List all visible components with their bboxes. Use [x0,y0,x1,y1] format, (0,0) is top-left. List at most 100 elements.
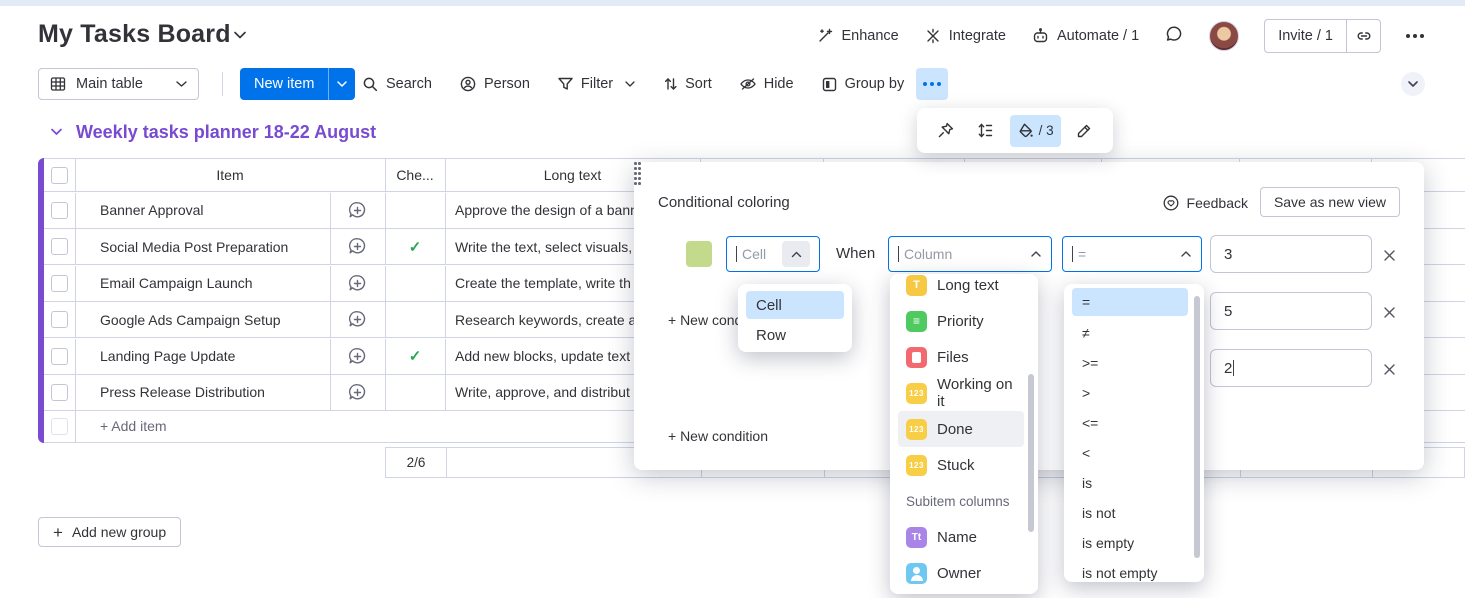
open-conversation-button[interactable] [330,266,385,301]
check-cell[interactable] [385,266,445,301]
add-update-icon [347,309,368,330]
menu-item-files[interactable]: Files [898,339,1024,375]
remove-condition-button[interactable] [1382,305,1398,321]
add-update-icon [347,200,368,221]
select-all-checkbox[interactable] [44,159,75,191]
operator-item[interactable]: ≠ [1072,318,1188,348]
operator-item[interactable]: is not [1072,498,1188,528]
condition-value-input[interactable]: 5 [1210,292,1372,330]
column-select[interactable]: Column [888,236,1052,272]
feedback-button[interactable]: Feedback [1162,194,1248,212]
check-cell[interactable]: ✓ [385,229,445,264]
row-checkbox[interactable] [44,229,75,264]
row-height-button[interactable] [969,115,1001,147]
row-checkbox[interactable] [44,266,75,301]
avatar[interactable] [1209,21,1239,51]
item-name[interactable]: Press Release Distribution [100,375,325,410]
operator-select[interactable]: = [1062,236,1202,272]
menu-item-working-on-it[interactable]: 123 Working on it [898,375,1024,411]
condition-color-swatch[interactable] [686,241,712,267]
collapse-header-button[interactable] [1401,72,1425,96]
check-cell[interactable]: ✓ [385,339,445,374]
updates-button[interactable] [1164,24,1184,48]
column-header-item[interactable]: Item [75,159,385,191]
remove-condition-button[interactable] [1382,362,1398,378]
operator-item[interactable]: = [1072,288,1188,316]
check-cell[interactable] [385,375,445,410]
open-conversation-button[interactable] [330,339,385,374]
save-as-new-view-button[interactable]: Save as new view [1260,187,1400,217]
conditional-coloring-button[interactable]: / 3 [1010,115,1061,147]
group-by-button[interactable]: Group by [821,76,905,93]
add-item-label[interactable]: + Add item [100,418,167,434]
row-checkbox[interactable] [44,375,75,410]
item-name[interactable]: Landing Page Update [100,339,325,374]
board-title-caret-icon[interactable] [232,30,248,40]
invite-button[interactable]: Invite / 1 [1265,20,1346,52]
menu-item-owner[interactable]: Owner [898,555,1024,591]
add-new-group-button[interactable]: + Add new group [38,517,181,547]
menu-item-row[interactable]: Row [746,321,844,349]
target-select[interactable]: Cell [726,236,820,272]
menu-item-done[interactable]: 123 Done [898,411,1024,447]
new-condition-link[interactable]: + New condition [668,428,768,444]
customize-button[interactable] [1069,115,1101,147]
condition-value-input[interactable]: 3 [1210,235,1372,273]
search-label: Search [386,76,432,92]
menu-item-stuck[interactable]: 123 Stuck [898,447,1024,483]
new-item-button[interactable]: New item [240,68,355,100]
operator-item[interactable]: is not empty [1072,558,1188,582]
new-item-dropdown[interactable] [329,80,355,88]
automate-button[interactable]: Automate / 1 [1031,27,1139,45]
operator-item[interactable]: < [1072,438,1188,468]
row-checkbox[interactable] [44,339,75,374]
search-button[interactable]: Search [362,76,432,93]
item-name[interactable]: Social Media Post Preparation [100,229,325,264]
name-column-icon: Tt [906,527,927,548]
menu-item-name[interactable]: Tt Name [898,519,1024,555]
menu-item-priority[interactable]: ≡ Priority [898,303,1024,339]
board-title[interactable]: My Tasks Board [38,20,231,49]
group-title[interactable]: Weekly tasks planner 18-22 August [76,122,376,143]
condition-value-input[interactable]: 2 [1210,349,1372,387]
open-conversation-button[interactable] [330,229,385,264]
view-selector[interactable]: Main table [38,68,199,100]
group-collapse-caret-icon[interactable] [49,127,64,137]
menu-item-long-text[interactable]: T Long text [898,274,1024,303]
enhance-button[interactable]: Enhance [816,27,898,45]
sort-button[interactable]: Sort [663,76,712,92]
item-name[interactable]: Email Campaign Launch [100,266,325,301]
robot-icon [1031,27,1050,45]
operator-menu-scrollbar[interactable] [1194,296,1200,558]
operator-item[interactable]: is [1072,468,1188,498]
target-select-toggle[interactable] [782,241,810,267]
row-checkbox[interactable] [44,302,75,337]
operator-item[interactable]: is empty [1072,528,1188,558]
open-conversation-button[interactable] [330,302,385,337]
filter-chevron-icon[interactable] [624,80,636,88]
filter-button[interactable]: Filter [557,76,636,92]
check-cell[interactable] [385,302,445,337]
drag-handle[interactable] [634,162,1424,187]
remove-condition-button[interactable] [1382,248,1398,264]
hide-button[interactable]: Hide [739,76,794,92]
integrate-button[interactable]: Integrate [924,27,1006,45]
column-menu-scrollbar[interactable] [1028,374,1034,532]
toolbar-more-button[interactable] [916,68,948,100]
row-checkbox[interactable] [44,193,75,228]
copy-link-button[interactable] [1347,20,1380,52]
item-name[interactable]: Banner Approval [100,193,325,228]
open-conversation-button[interactable] [330,193,385,228]
menu-item-cell[interactable]: Cell [746,291,844,319]
item-name[interactable]: Google Ads Campaign Setup [100,302,325,337]
column-header-check[interactable]: Che... [385,159,445,191]
check-cell[interactable] [385,193,445,228]
operator-item[interactable]: <= [1072,408,1188,438]
operator-item[interactable]: >= [1072,348,1188,378]
open-conversation-button[interactable] [330,375,385,410]
operator-item[interactable]: > [1072,378,1188,408]
pin-button[interactable] [929,115,961,147]
person-filter-button[interactable]: Person [459,75,530,93]
sort-arrows-icon [663,76,678,92]
header-more-button[interactable] [1406,34,1424,38]
